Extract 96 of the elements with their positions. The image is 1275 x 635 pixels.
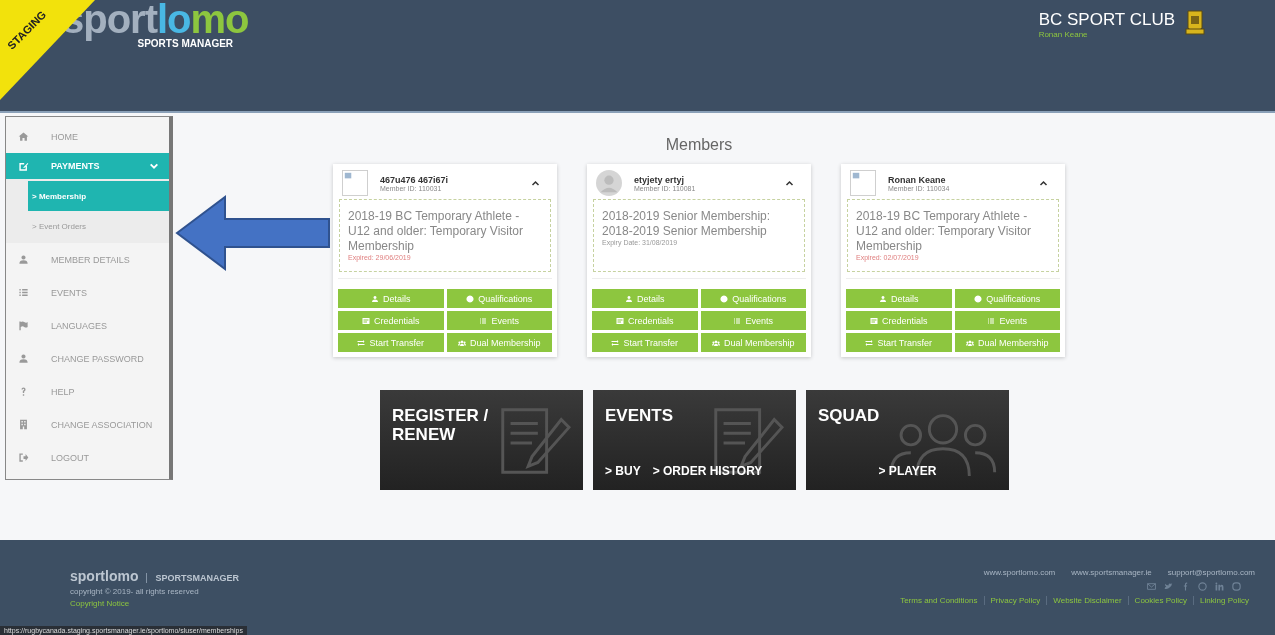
- action-button[interactable]: Qualifications: [446, 289, 552, 308]
- menu-item[interactable]: LOGOUT: [6, 441, 169, 474]
- group-icon: [458, 338, 466, 347]
- list-icon: [733, 316, 742, 325]
- contact-link[interactable]: www.sportsmanager.ie: [1071, 568, 1152, 577]
- member-name: 467u476 467i67i: [380, 174, 450, 185]
- policy-link[interactable]: Website Disclaimer: [1046, 596, 1128, 605]
- card-icon: [362, 316, 370, 325]
- crest-icon: [1185, 10, 1205, 36]
- member-name: etyjety ertyj: [634, 174, 685, 185]
- tile-link[interactable]: > BUY: [605, 464, 641, 478]
- action-button[interactable]: Details: [846, 289, 952, 308]
- transfer-icon: [865, 338, 874, 347]
- action-button[interactable]: Qualifications: [700, 289, 806, 308]
- footer-product: SPORTSMANAGER: [146, 573, 239, 583]
- membership-name: 2018-19 BC Temporary Athlete - U12 and older: Temporary Visitor Membership: [348, 209, 524, 254]
- list-icon: [987, 316, 996, 325]
- menu-item[interactable]: HELP: [6, 375, 169, 408]
- tile-title: SQUAD: [818, 406, 881, 425]
- submenu-item[interactable]: > Event Orders: [28, 211, 169, 241]
- collapse-icon[interactable]: [1039, 178, 1048, 188]
- action-button[interactable]: Credentials: [592, 311, 698, 330]
- menu-item[interactable]: CHANGE PASSWORD: [6, 342, 169, 375]
- group-icon: [966, 338, 974, 347]
- action-button[interactable]: Qualifications: [954, 289, 1060, 308]
- home-icon: [18, 131, 29, 142]
- google-plus-icon[interactable]: [1198, 582, 1207, 591]
- action-button[interactable]: Events: [700, 311, 806, 330]
- action-button[interactable]: Credentials: [338, 311, 444, 330]
- policy-link[interactable]: Terms and Conditions: [894, 596, 984, 605]
- user-name: Ronan Keane: [1038, 30, 1089, 39]
- logo-subtitle: SPORTS MANAGER: [137, 38, 234, 49]
- facebook-icon[interactable]: [1181, 582, 1190, 591]
- user-icon: [879, 294, 887, 303]
- membership-name: 2018-19 BC Temporary Athlete - U12 and older: Temporary Visitor Membership: [856, 209, 1032, 254]
- action-button[interactable]: Details: [338, 289, 444, 308]
- user-icon: [18, 254, 29, 265]
- menu-item[interactable]: PAYMENTS: [6, 153, 169, 179]
- submenu-item[interactable]: > Membership: [28, 181, 169, 211]
- action-button[interactable]: Start Transfer: [846, 333, 952, 352]
- tile-link[interactable]: > ORDER HISTORY: [652, 464, 763, 478]
- linkedin-icon[interactable]: [1215, 582, 1224, 591]
- user-icon: [625, 294, 633, 303]
- card-icon: [870, 316, 878, 325]
- user-icon: [371, 294, 379, 303]
- membership-name: 2018-2019 Senior Membership: 2018-2019 Senior Membership: [602, 209, 772, 239]
- shortcut-tile[interactable]: REGISTER / RENEW: [380, 390, 583, 490]
- copyright-link[interactable]: Copyright Notice: [70, 599, 239, 608]
- contact-link[interactable]: support@sportlomo.com: [1167, 568, 1255, 577]
- action-button[interactable]: Dual Membership: [954, 333, 1060, 352]
- skype-icon[interactable]: [1232, 582, 1241, 591]
- collapse-icon[interactable]: [531, 178, 540, 188]
- contact-link[interactable]: www.sportlomo.com: [983, 568, 1056, 577]
- menu-item[interactable]: LANGUAGES: [6, 309, 169, 342]
- edit-icon: [18, 160, 29, 172]
- page-title: Members: [664, 136, 734, 154]
- action-button[interactable]: Events: [954, 311, 1060, 330]
- menu-item[interactable]: HOME: [6, 120, 169, 153]
- transfer-icon: [357, 338, 366, 347]
- mail-icon[interactable]: [1147, 582, 1156, 591]
- transfer-icon: [611, 338, 620, 347]
- action-button[interactable]: Start Transfer: [338, 333, 444, 352]
- action-button[interactable]: Credentials: [846, 311, 952, 330]
- club-name: BC SPORT CLUB: [1038, 10, 1175, 30]
- shortcut-tile[interactable]: SQUAD > PLAYER: [806, 390, 1009, 490]
- action-button[interactable]: Start Transfer: [592, 333, 698, 352]
- logout-icon: [18, 452, 29, 463]
- footer-brand: sportlomo: [70, 568, 139, 584]
- list-icon: [479, 316, 488, 325]
- building-icon: [18, 419, 29, 430]
- action-button[interactable]: Dual Membership: [700, 333, 806, 352]
- broken-image-icon: [850, 170, 876, 196]
- copyright-text: copyright © 2019- all rights reserved: [70, 587, 200, 596]
- menu-item[interactable]: CHANGE ASSOCIATION: [6, 408, 169, 441]
- group-icon: [712, 338, 720, 347]
- avatar-icon: [596, 170, 622, 196]
- action-button[interactable]: Events: [446, 311, 552, 330]
- broken-image-icon: [342, 170, 368, 196]
- member-name: Ronan Keane: [888, 174, 947, 185]
- policy-link[interactable]: Privacy Policy: [983, 596, 1047, 605]
- bird-icon[interactable]: [1164, 582, 1173, 591]
- action-button[interactable]: Dual Membership: [446, 333, 552, 352]
- policy-link[interactable]: Cookies Policy: [1127, 596, 1194, 605]
- user-icon: [18, 353, 29, 364]
- menu-item[interactable]: EVENTS: [6, 276, 169, 309]
- policy-link[interactable]: Linking Policy: [1193, 596, 1255, 605]
- collapse-icon[interactable]: [785, 178, 794, 188]
- shortcut-tile[interactable]: EVENTS > BUY > ORDER HISTORY: [593, 390, 796, 490]
- tile-title: EVENTS: [605, 406, 675, 425]
- menu-item[interactable]: MEMBER DETAILS: [6, 243, 169, 276]
- flag-icon: [18, 320, 29, 331]
- tile-link[interactable]: > PLAYER: [878, 464, 937, 478]
- tile-title: REGISTER / RENEW: [392, 406, 490, 444]
- list-icon: [18, 287, 29, 298]
- card-icon: [616, 316, 624, 325]
- action-button[interactable]: Details: [592, 289, 698, 308]
